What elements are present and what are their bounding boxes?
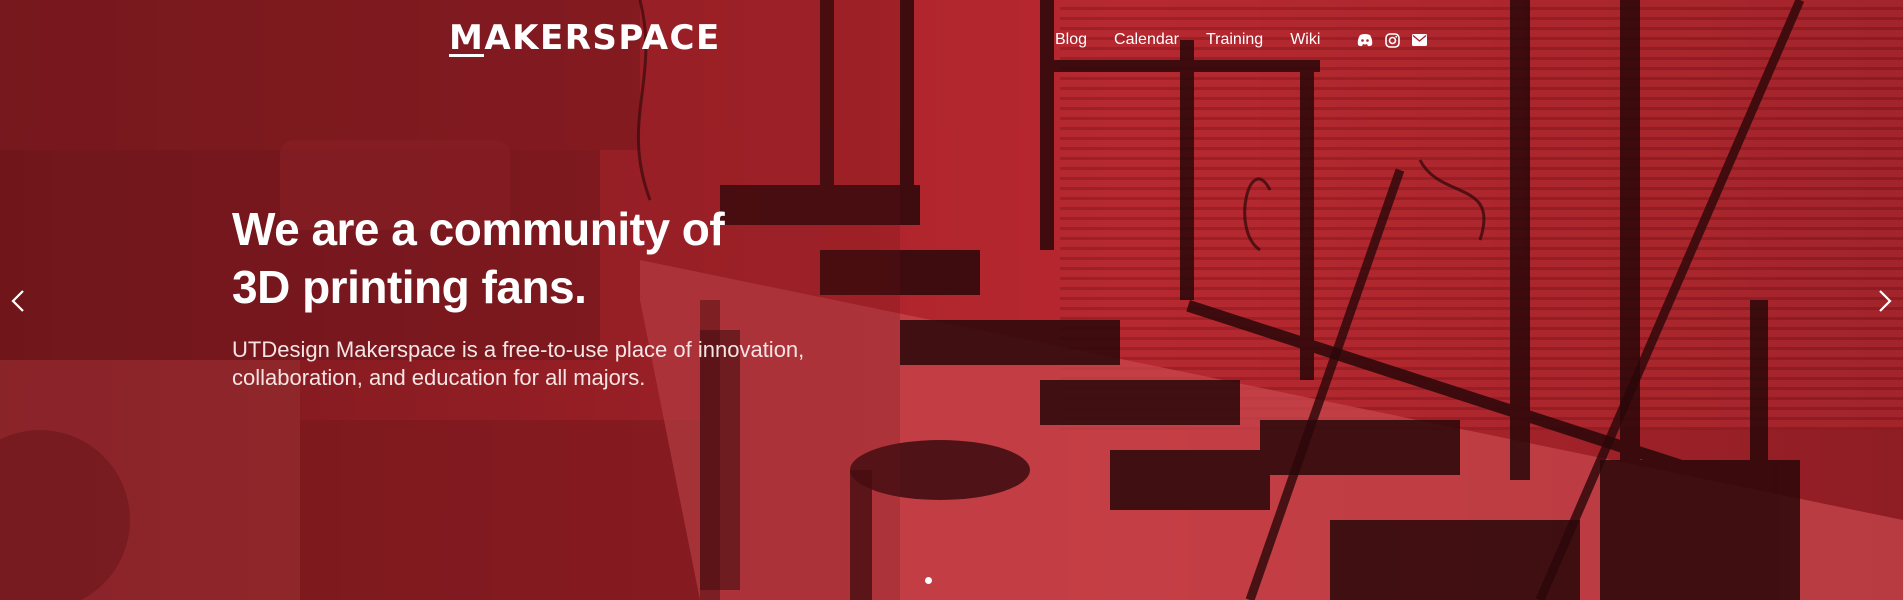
- navbar: MAKERSPACE Blog Calendar Training Wiki: [0, 0, 1903, 80]
- chevron-right-icon: [1879, 290, 1892, 312]
- discord-icon[interactable]: [1356, 31, 1374, 49]
- nav-link-blog[interactable]: Blog: [1055, 31, 1087, 49]
- nav-link-wiki[interactable]: Wiki: [1290, 31, 1320, 49]
- carousel-next-button[interactable]: [1871, 283, 1899, 319]
- hero-headline-line1: We are a community of: [232, 203, 725, 255]
- instagram-icon[interactable]: [1383, 31, 1401, 49]
- hero-headline-line2: 3D printing fans.: [232, 261, 587, 313]
- hero-subtext: UTDesign Makerspace is a free-to-use pla…: [232, 336, 872, 392]
- carousel-dot-active[interactable]: [925, 577, 932, 584]
- email-icon[interactable]: [1410, 31, 1428, 49]
- hero-subtext-line2: collaboration, and education for all maj…: [232, 365, 646, 390]
- nav-link-training[interactable]: Training: [1206, 31, 1263, 49]
- hero-subtext-line1: UTDesign Makerspace is a free-to-use pla…: [232, 337, 805, 362]
- chevron-left-icon: [11, 290, 24, 312]
- hero-content: We are a community of 3D printing fans. …: [232, 200, 952, 392]
- logo-rest: AKERSPACE: [484, 18, 721, 58]
- hero-headline: We are a community of 3D printing fans.: [232, 200, 952, 316]
- nav-link-calendar[interactable]: Calendar: [1114, 31, 1179, 49]
- carousel-prev-button[interactable]: [4, 283, 32, 319]
- nav-links: Blog Calendar Training Wiki: [1055, 28, 1428, 52]
- carousel-indicators: [0, 577, 1903, 584]
- logo-first-letter: M: [449, 18, 485, 58]
- hero-carousel: MAKERSPACE Blog Calendar Training Wiki W…: [0, 0, 1903, 600]
- makerspace-logo[interactable]: MAKERSPACE: [449, 18, 721, 58]
